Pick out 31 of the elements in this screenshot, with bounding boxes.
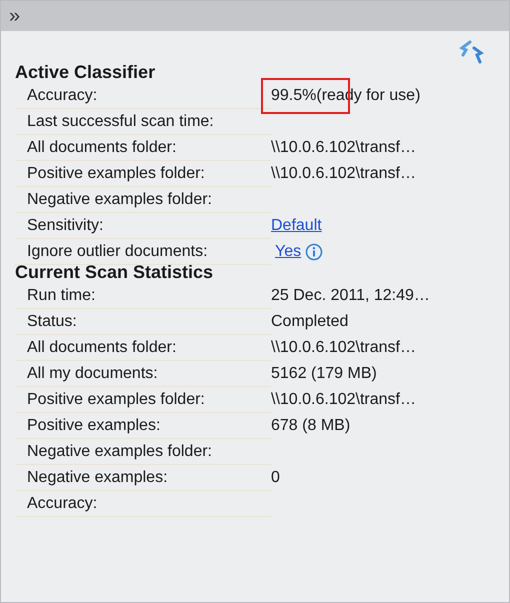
field-label: All my documents: <box>15 361 271 387</box>
field-label: Negative examples folder: <box>15 439 271 465</box>
field-value: \\10.0.6.102\transf… <box>271 391 416 408</box>
field-value: \\10.0.6.102\transf… <box>271 165 416 182</box>
field-label: Run time: <box>15 283 271 309</box>
field-label: All documents folder: <box>15 335 271 361</box>
info-icon[interactable] <box>305 243 324 261</box>
field-label: Negative examples: <box>15 465 271 491</box>
field-label: Ignore outlier documents: <box>15 239 271 265</box>
field-label: Status: <box>15 309 271 335</box>
refresh-icon[interactable] <box>457 39 487 65</box>
field-label: Positive examples: <box>15 413 271 439</box>
field-value: 5162 (179 MB) <box>271 365 377 382</box>
field-label: Positive examples folder: <box>15 161 271 187</box>
field-value: 25 Dec. 2011, 12:49… <box>271 287 430 304</box>
option-link[interactable]: Yes <box>275 240 302 264</box>
field-label: Sensitivity: <box>15 213 271 239</box>
section-heading: Active Classifier <box>15 61 156 83</box>
field-label: All documents folder: <box>15 135 271 161</box>
field-value: 678 (8 MB) <box>271 417 350 434</box>
field-value: 0 <box>271 469 280 486</box>
field-label: Positive examples folder: <box>15 387 271 413</box>
field-label: Negative examples folder: <box>15 187 271 213</box>
expand-button[interactable]: » <box>9 6 20 26</box>
field-label: Accuracy: <box>15 83 271 109</box>
field-value: \\10.0.6.102\transf… <box>271 339 416 356</box>
field-label: Accuracy: <box>15 491 271 517</box>
field-label: Last successful scan time: <box>15 109 271 135</box>
sensitivity-link[interactable]: Default <box>271 214 322 238</box>
field-value: \\10.0.6.102\transf… <box>271 139 416 156</box>
field-value: Completed <box>271 313 348 330</box>
